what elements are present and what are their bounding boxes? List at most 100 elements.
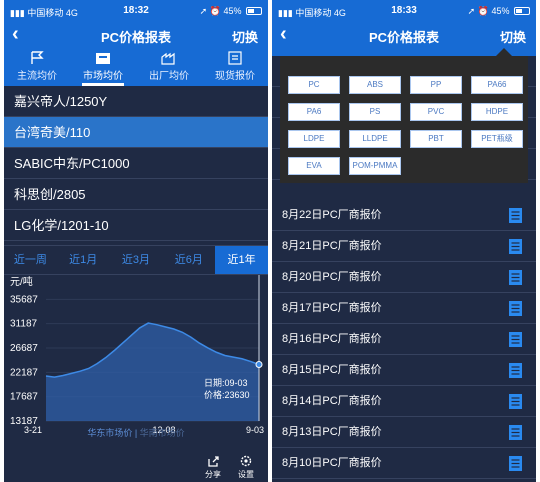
- report-row[interactable]: 8月17日PC厂商报价: [272, 293, 536, 324]
- bottom-toolbar: 分享 设置: [4, 452, 268, 482]
- report-title: 8月14日PC厂商报价: [282, 395, 382, 407]
- report-title: 8月10日PC厂商报价: [282, 457, 382, 469]
- y-tick-label: 22187: [10, 367, 38, 378]
- status-bar: ▮▮▮ 中国移动 4G 18:32 ➚ ⏰ 45%: [4, 0, 268, 22]
- legend-east[interactable]: 华东市场价: [87, 428, 132, 438]
- report-title: 8月16日PC厂商报价: [282, 333, 382, 345]
- report-title: 8月17日PC厂商报价: [282, 302, 382, 314]
- material-chip[interactable]: HDPE: [471, 103, 523, 121]
- document-icon[interactable]: [509, 301, 522, 316]
- battery-icon: [246, 7, 262, 15]
- nav-bar: ‹ PC价格报表 切换: [272, 22, 536, 48]
- report-list: 8月22日PC厂商报价 8月21日PC厂商报价 8月20日PC厂商报价 8月17日PC…: [272, 200, 536, 479]
- switch-button[interactable]: 切换: [500, 27, 526, 46]
- document-icon[interactable]: [509, 425, 522, 440]
- report-row[interactable]: 8月22日PC厂商报价: [272, 200, 536, 231]
- report-title: 8月13日PC厂商报价: [282, 426, 382, 438]
- material-chip[interactable]: PBT: [410, 130, 462, 148]
- switch-button[interactable]: 切换: [232, 27, 258, 46]
- material-chip[interactable]: PET瓶级: [471, 130, 523, 148]
- legend-separator: |: [132, 428, 140, 438]
- product-item[interactable]: SABIC中东/PC1000: [4, 148, 268, 179]
- battery-icon: [514, 7, 530, 15]
- tab-label: 市场均价: [83, 71, 123, 82]
- y-tick-label: 26687: [10, 343, 38, 354]
- battery-percent: 45%: [223, 6, 242, 16]
- material-chip[interactable]: LLDPE: [349, 130, 401, 148]
- material-chip[interactable]: LDPE: [288, 130, 340, 148]
- factory-icon: [161, 52, 175, 65]
- dropdown-arrow: [496, 48, 512, 56]
- data-point-marker: [255, 361, 263, 369]
- material-chip[interactable]: PP: [410, 76, 462, 94]
- product-item[interactable]: LG化学/1201-10: [4, 210, 268, 241]
- flag-icon: [31, 51, 44, 64]
- location-icon: ➚: [199, 6, 208, 16]
- y-axis-label: 元/吨: [10, 275, 33, 288]
- period-1month[interactable]: 近1月: [57, 246, 110, 274]
- battery-percent: 45%: [491, 6, 510, 16]
- document-icon[interactable]: [509, 394, 522, 409]
- tab-mainstream-price[interactable]: 主流均价: [4, 48, 70, 86]
- product-list: 嘉兴帝人/1250Y 台湾奇美/110 SABIC中东/PC1000 科思创/2…: [4, 86, 268, 241]
- alarm-icon: ⏰: [477, 6, 489, 16]
- report-row[interactable]: 8月16日PC厂商报价: [272, 324, 536, 355]
- document-icon[interactable]: [509, 239, 522, 254]
- document-icon[interactable]: [509, 270, 522, 285]
- report-title: 8月15日PC厂商报价: [282, 364, 382, 376]
- material-chip[interactable]: POM-PMMA: [349, 157, 401, 175]
- period-1week[interactable]: 近一周: [4, 246, 57, 274]
- alarm-icon: ⏰: [209, 6, 221, 16]
- price-chart-svg: 元/吨131871768722187266873118735687日期:09-0…: [10, 275, 264, 435]
- document-icon[interactable]: [509, 363, 522, 378]
- material-dropdown: PC ABS PP PA66 PA6 PS PVC HDPE LDPE LLDPE PBT PET瓶级…: [280, 48, 528, 183]
- material-chip[interactable]: ABS: [349, 76, 401, 94]
- legend-south[interactable]: 华南市场价: [140, 428, 185, 438]
- material-chip[interactable]: PC: [288, 76, 340, 94]
- y-tick-label: 35687: [10, 294, 38, 305]
- tab-label: 现货报价: [215, 71, 255, 82]
- report-title: 8月21日PC厂商报价: [282, 240, 382, 252]
- product-item[interactable]: 嘉兴帝人/1250Y: [4, 86, 268, 117]
- settings-label: 设置: [238, 470, 254, 479]
- period-3months[interactable]: 近3月: [110, 246, 163, 274]
- tab-spot-quote[interactable]: 现货报价: [202, 48, 268, 86]
- material-chip[interactable]: PA6: [288, 103, 340, 121]
- period-6months[interactable]: 近6月: [162, 246, 215, 274]
- report-row[interactable]: 8月10日PC厂商报价: [272, 448, 536, 479]
- tab-market-price[interactable]: 市场均价: [70, 48, 136, 86]
- material-chip[interactable]: PA66: [471, 76, 523, 94]
- status-bar: ▮▮▮ 中国移动 4G 18:33 ➚ ⏰ 45%: [272, 0, 536, 22]
- tooltip-price: 价格:23630: [204, 389, 250, 400]
- y-tick-label: 31187: [10, 319, 38, 330]
- report-title: 8月22日PC厂商报价: [282, 209, 382, 221]
- tooltip-date: 日期:09-03: [204, 378, 248, 388]
- market-icon: [96, 53, 110, 64]
- chart-legend: 华东市场价 | 华南市场价: [4, 426, 268, 439]
- category-tabs: 主流均价 市场均价 出厂均价 现货报价: [4, 48, 268, 86]
- material-chip[interactable]: EVA: [288, 157, 340, 175]
- period-1year[interactable]: 近1年: [215, 246, 268, 274]
- document-icon[interactable]: [509, 456, 522, 471]
- material-grid: PC ABS PP PA66 PA6 PS PVC HDPE LDPE LLDPE PBT PET瓶级…: [288, 76, 523, 175]
- material-chip[interactable]: PVC: [410, 103, 462, 121]
- tab-label: 出厂均价: [149, 71, 189, 82]
- status-right: ➚ ⏰ 45%: [200, 6, 262, 17]
- report-row[interactable]: 8月13日PC厂商报价: [272, 417, 536, 448]
- product-item-selected[interactable]: 台湾奇美/110: [4, 117, 268, 148]
- report-row[interactable]: 8月14日PC厂商报价: [272, 386, 536, 417]
- material-chip[interactable]: PS: [349, 103, 401, 121]
- period-selector: 近一周 近1月 近3月 近6月 近1年: [4, 245, 268, 275]
- tab-factory-price[interactable]: 出厂均价: [136, 48, 202, 86]
- left-screen: ▮▮▮ 中国移动 4G 18:32 ➚ ⏰ 45% ‹ PC价格报表 切换 主流…: [4, 0, 268, 482]
- page-title: PC价格报表: [100, 30, 172, 45]
- product-item[interactable]: 科思创/2805: [4, 179, 268, 210]
- y-tick-label: 17687: [10, 392, 38, 403]
- report-row[interactable]: 8月21日PC厂商报价: [272, 231, 536, 262]
- report-row[interactable]: 8月15日PC厂商报价: [272, 355, 536, 386]
- document-icon[interactable]: [509, 208, 522, 223]
- report-row[interactable]: 8月20日PC厂商报价: [272, 262, 536, 293]
- share-button[interactable]: 分享: [201, 455, 225, 480]
- settings-button[interactable]: 设置: [234, 454, 258, 480]
- document-icon[interactable]: [509, 332, 522, 347]
